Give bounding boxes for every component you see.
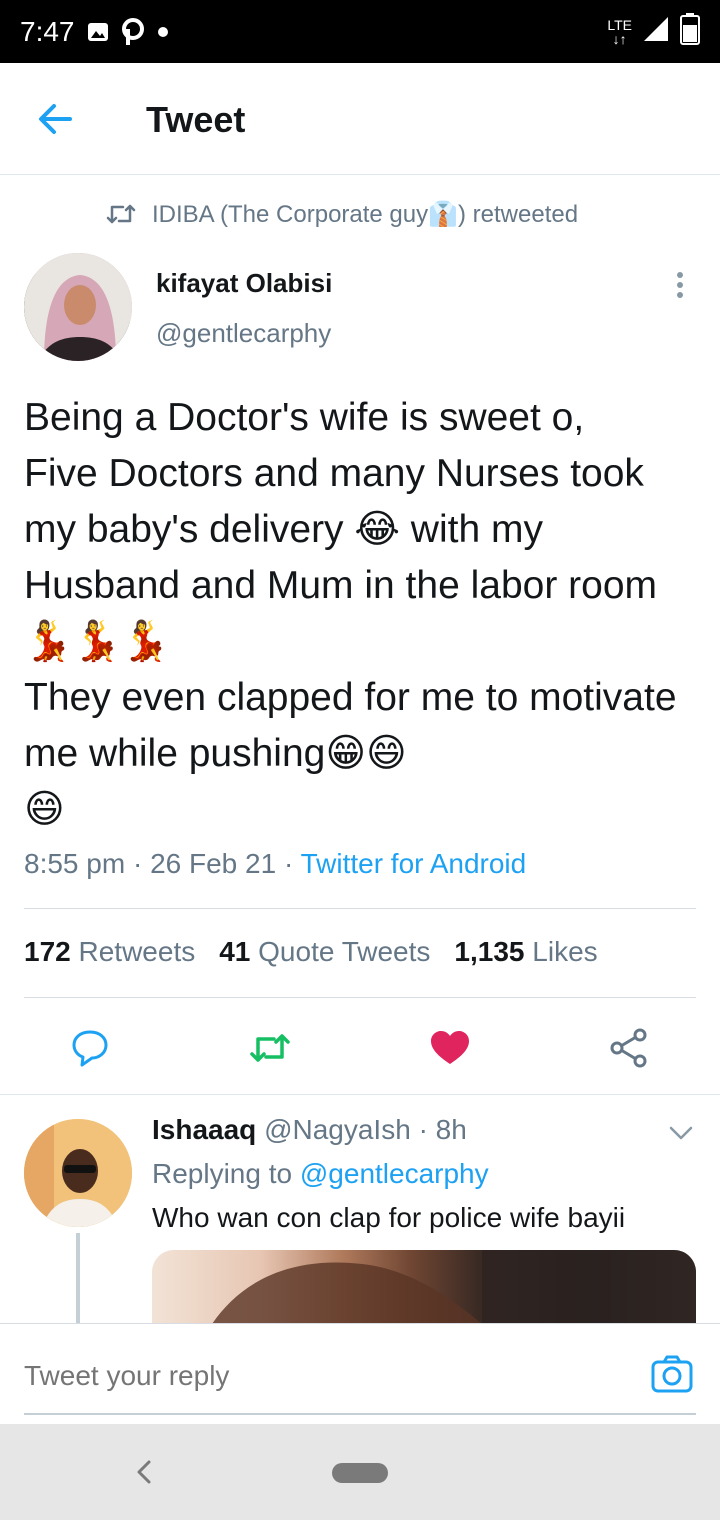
tweet-detail-screen: 7:47 LTE ↓↑ Tweet IDIBA (The Corporate g… bbox=[0, 0, 720, 1520]
likes-stat[interactable]: 1,135 Likes bbox=[454, 936, 597, 968]
reply-media-image[interactable] bbox=[152, 1250, 696, 1324]
more-options-button[interactable] bbox=[666, 270, 694, 300]
chevron-down-icon bbox=[669, 1126, 693, 1140]
dot-icon bbox=[677, 292, 683, 298]
replying-prefix: Replying to bbox=[152, 1158, 293, 1189]
divider bbox=[24, 908, 696, 909]
image-icon bbox=[87, 21, 109, 43]
tweet-date: 26 Feb 21 bbox=[150, 848, 277, 879]
data-arrows-icon: ↓↑ bbox=[612, 30, 627, 47]
reply-composer bbox=[0, 1323, 720, 1423]
status-right: LTE ↓↑ bbox=[607, 13, 700, 50]
camera-icon bbox=[651, 1355, 693, 1393]
replying-to: Replying to @gentlecarphy bbox=[152, 1158, 489, 1190]
likes-count: 1,135 bbox=[454, 936, 525, 967]
reply-input[interactable] bbox=[24, 1360, 584, 1392]
system-nav-bar bbox=[0, 1424, 720, 1520]
divider bbox=[24, 997, 696, 998]
pinterest-icon bbox=[121, 17, 145, 46]
reply-age: 8h bbox=[435, 1114, 467, 1145]
back-button[interactable] bbox=[36, 101, 76, 137]
meta-separator: · bbox=[283, 848, 301, 879]
quotes-count: 41 bbox=[219, 936, 251, 967]
reply-text: Who wan con clap for police wife bayii bbox=[152, 1202, 626, 1233]
battery-icon bbox=[680, 13, 700, 50]
quote-tweets-stat[interactable]: 41 Quote Tweets bbox=[219, 936, 430, 968]
status-bar: 7:47 LTE ↓↑ bbox=[0, 0, 720, 63]
dot-icon bbox=[157, 26, 169, 38]
reply-button[interactable] bbox=[68, 1026, 112, 1070]
reply-options-button[interactable] bbox=[668, 1124, 694, 1142]
network-label: LTE bbox=[607, 16, 632, 33]
retweets-label: Retweets bbox=[78, 936, 196, 967]
meta-separator: · bbox=[132, 848, 151, 879]
tweet-source-link[interactable]: Twitter for Android bbox=[301, 848, 527, 879]
chevron-left-icon bbox=[137, 1460, 151, 1484]
reply-author-handle[interactable]: @NagyaIsh bbox=[264, 1114, 411, 1145]
reply-input-underline bbox=[24, 1413, 696, 1415]
author-avatar[interactable] bbox=[24, 253, 132, 361]
likes-label: Likes bbox=[532, 936, 598, 967]
arrow-left-icon bbox=[39, 104, 72, 134]
retweeted-by[interactable]: IDIBA (The Corporate guy👔) retweeted bbox=[106, 198, 578, 230]
reply-author-name[interactable]: Ishaaaq bbox=[152, 1114, 256, 1145]
heart-icon bbox=[431, 1031, 469, 1064]
tweet-time: 8:55 pm bbox=[24, 848, 126, 879]
author-name[interactable]: kifayat Olabisi bbox=[156, 268, 332, 299]
dot-icon bbox=[677, 282, 683, 288]
reply-icon bbox=[72, 1030, 108, 1067]
author-handle[interactable]: @gentlecarphy bbox=[156, 318, 331, 349]
retweeted-by-text: IDIBA (The Corporate guy👔) retweeted bbox=[152, 200, 579, 228]
retweets-count: 172 bbox=[24, 936, 71, 967]
like-button[interactable] bbox=[428, 1026, 472, 1070]
quotes-label: Quote Tweets bbox=[258, 936, 431, 967]
replying-to-mention[interactable]: @gentlecarphy bbox=[300, 1158, 489, 1189]
retweet-button[interactable] bbox=[248, 1026, 292, 1070]
retweet-icon bbox=[106, 204, 136, 224]
retweets-stat[interactable]: 172 Retweets bbox=[24, 936, 195, 968]
page-title: Tweet bbox=[146, 99, 246, 140]
camera-button[interactable] bbox=[650, 1354, 694, 1394]
share-icon bbox=[610, 1028, 647, 1068]
media-photo bbox=[212, 1250, 696, 1324]
avatar-image bbox=[24, 1119, 132, 1227]
section-divider bbox=[0, 1094, 720, 1095]
meta-separator: · bbox=[418, 1114, 436, 1145]
tweet-text: Being a Doctor's wife is sweet o, Five D… bbox=[24, 396, 677, 831]
app-header: Tweet bbox=[0, 63, 720, 175]
tweet-stats: 172 Retweets 41 Quote Tweets 1,135 Likes bbox=[24, 936, 598, 968]
system-back-button[interactable] bbox=[134, 1458, 154, 1486]
tweet-meta: 8:55 pm · 26 Feb 21 · Twitter for Androi… bbox=[24, 848, 526, 880]
thread-line bbox=[76, 1233, 80, 1325]
tweet-action-bar bbox=[0, 1020, 720, 1074]
network-indicator: LTE ↓↑ bbox=[607, 18, 632, 46]
share-button[interactable] bbox=[608, 1026, 652, 1070]
reply-header: Ishaaaq @NagyaIsh · 8h bbox=[152, 1114, 467, 1146]
status-time: 7:47 bbox=[20, 15, 75, 47]
home-pill-button[interactable] bbox=[332, 1463, 388, 1483]
signal-icon bbox=[642, 15, 670, 48]
reply-author-avatar[interactable] bbox=[24, 1119, 132, 1227]
dot-icon bbox=[677, 272, 683, 278]
avatar-image bbox=[24, 253, 132, 361]
retweet-icon bbox=[250, 1034, 290, 1062]
